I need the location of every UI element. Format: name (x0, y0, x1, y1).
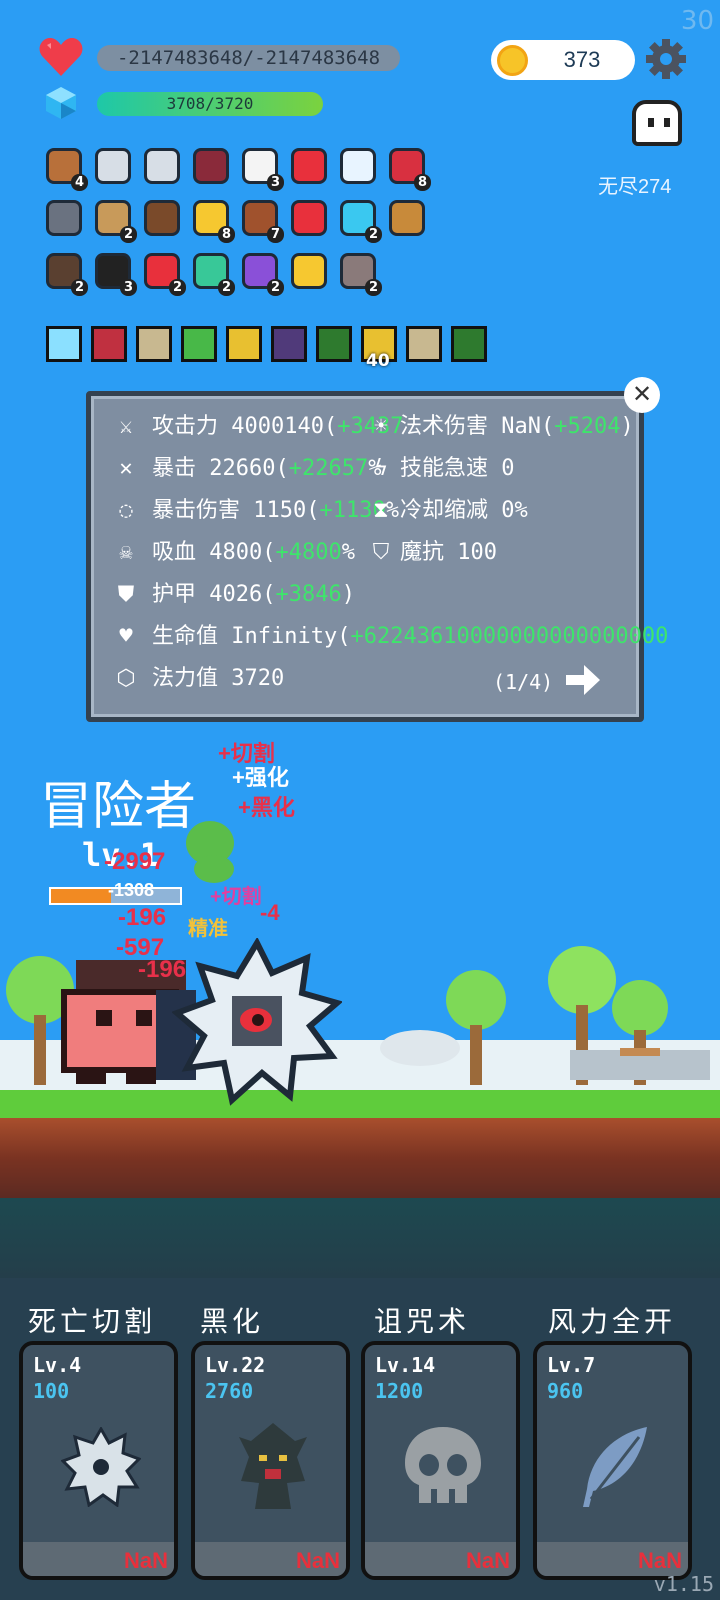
damage-number: -196 (118, 904, 167, 931)
damage-number: +黑化 (238, 795, 295, 820)
skill-level: Lv.14 (375, 1353, 436, 1377)
skill-level: Lv.7 (547, 1353, 596, 1377)
skill-status: NaN (123, 1548, 168, 1573)
dark-tree-icon (239, 1423, 307, 1509)
skill-name-curse: 诅咒术 (374, 1306, 471, 1337)
damage-number: -196 (138, 956, 187, 983)
skill-status: NaN (295, 1548, 340, 1573)
skull-icon (405, 1427, 481, 1503)
ground-dirt (0, 1118, 720, 1198)
skill-level: Lv.4 (33, 1353, 82, 1377)
skill-card-curse[interactable]: Lv.14 1200 NaN (361, 1341, 520, 1580)
damage-number: 精准 (188, 918, 228, 940)
saw-blade-icon (61, 1427, 141, 1507)
skill-status: NaN (465, 1548, 510, 1573)
skill-level: Lv.22 (205, 1353, 266, 1377)
skill-cost: 2760 (205, 1379, 254, 1403)
damage-number: +强化 (232, 765, 289, 790)
skill-cost: 100 (33, 1379, 70, 1403)
skill-name-full-wind: 风力全开 (548, 1306, 677, 1337)
version-label: v1.15 (653, 1572, 714, 1596)
skill-name-darken: 黑化 (200, 1306, 265, 1337)
damage-number: -4 (260, 900, 280, 925)
damage-number: +切割 (210, 886, 262, 908)
skill-card-death-cut[interactable]: Lv.4 100 NaN (19, 1341, 178, 1580)
skill-card-darken[interactable]: Lv.22 2760 NaN (191, 1341, 350, 1580)
damage-number: -1308 (108, 880, 155, 900)
skill-card-full-wind[interactable]: Lv.7 960 NaN (533, 1341, 692, 1580)
skill-cost: 1200 (375, 1379, 424, 1403)
skill-cost: 960 (547, 1379, 584, 1403)
skill-status: NaN (637, 1548, 682, 1573)
damage-floaters: +切割 +强化 +黑化 -2997 -1308 -196 -597 -196 +切割 精准 -4 (0, 0, 720, 1000)
ground-grass (0, 1090, 720, 1118)
damage-number: -2997 (104, 848, 166, 875)
skill-name-death-cut: 死亡切割 (28, 1306, 157, 1337)
feather-icon (583, 1427, 647, 1507)
ground-shadow (0, 1198, 720, 1278)
